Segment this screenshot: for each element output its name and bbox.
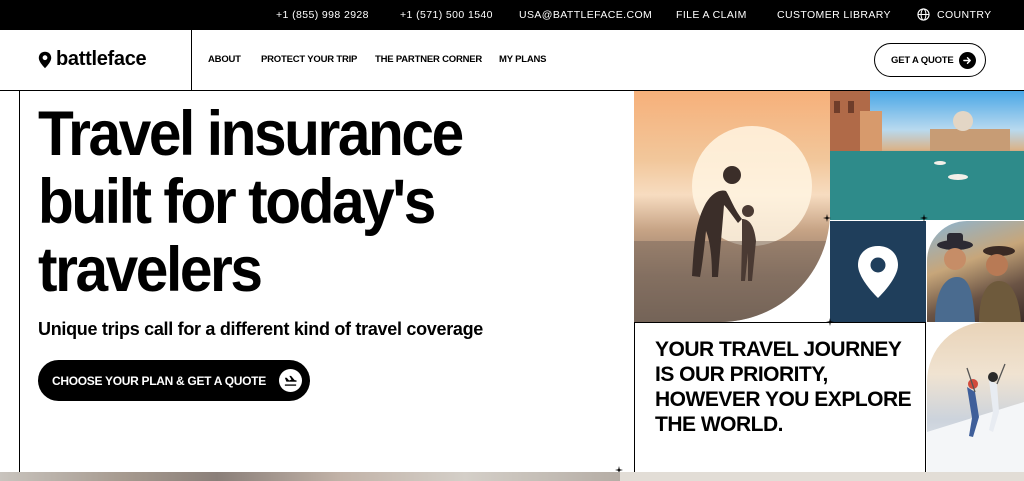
- ski-celebration-photo: [927, 322, 1024, 472]
- hero-title: Travel insurance built for today's trave…: [38, 99, 464, 305]
- plane-landing-icon: [279, 369, 302, 392]
- venice-canal-photo: [830, 91, 1024, 220]
- nav-link-my-plans[interactable]: MY PLANS: [499, 54, 547, 65]
- next-section-image-peek: [0, 472, 620, 481]
- customer-library-link[interactable]: CUSTOMER LIBRARY: [777, 9, 891, 21]
- location-pin-icon: [858, 245, 898, 298]
- get-a-quote-button[interactable]: GET A QUOTE: [874, 43, 986, 77]
- globe-icon: [917, 8, 930, 21]
- phone-link-2[interactable]: +1 (571) 500 1540: [400, 9, 493, 21]
- left-border-rule: [19, 91, 20, 481]
- nav-divider: [191, 30, 192, 91]
- sparkle-decoration: [826, 318, 834, 326]
- sparkle-decoration: [823, 214, 831, 222]
- logo-wordmark: battleface: [56, 48, 147, 70]
- top-utility-bar: +1 (855) 998 2928 +1 (571) 500 1540 USA@…: [0, 0, 1024, 30]
- choose-plan-label: CHOOSE YOUR PLAN & GET A QUOTE: [52, 373, 266, 388]
- priority-statement: YOUR TRAVEL JOURNEY IS OUR PRIORITY, HOW…: [655, 338, 912, 436]
- family-beach-photo: [634, 91, 830, 322]
- country-selector[interactable]: COUNTRY: [917, 8, 992, 21]
- hero-subtitle: Unique trips call for a different kind o…: [38, 319, 484, 339]
- phone-link-1[interactable]: +1 (855) 998 2928: [276, 9, 369, 21]
- brand-pin-tile: [830, 221, 926, 322]
- main-navigation: battleface ABOUT PROTECT YOUR TRIP THE P…: [0, 30, 1024, 91]
- location-pin-icon: [38, 51, 52, 68]
- arrow-right-icon: [959, 52, 976, 69]
- country-label: COUNTRY: [937, 8, 992, 21]
- email-link[interactable]: USA@BATTLEFACE.COM: [519, 9, 652, 21]
- choose-plan-button[interactable]: CHOOSE YOUR PLAN & GET A QUOTE: [38, 360, 310, 401]
- priority-card: YOUR TRAVEL JOURNEY IS OUR PRIORITY, HOW…: [634, 322, 926, 472]
- nav-link-protect-your-trip[interactable]: PROTECT YOUR TRIP: [261, 54, 357, 65]
- get-a-quote-label: GET A QUOTE: [891, 54, 954, 66]
- nav-link-about[interactable]: ABOUT: [208, 54, 241, 65]
- friends-hats-photo: [927, 221, 1024, 322]
- sparkle-decoration: [920, 214, 928, 222]
- brand-logo[interactable]: battleface: [38, 48, 147, 71]
- nav-link-partner-corner[interactable]: THE PARTNER CORNER: [375, 54, 482, 65]
- next-section-image-peek-right: [620, 472, 1024, 481]
- file-claim-link[interactable]: FILE A CLAIM: [676, 9, 747, 21]
